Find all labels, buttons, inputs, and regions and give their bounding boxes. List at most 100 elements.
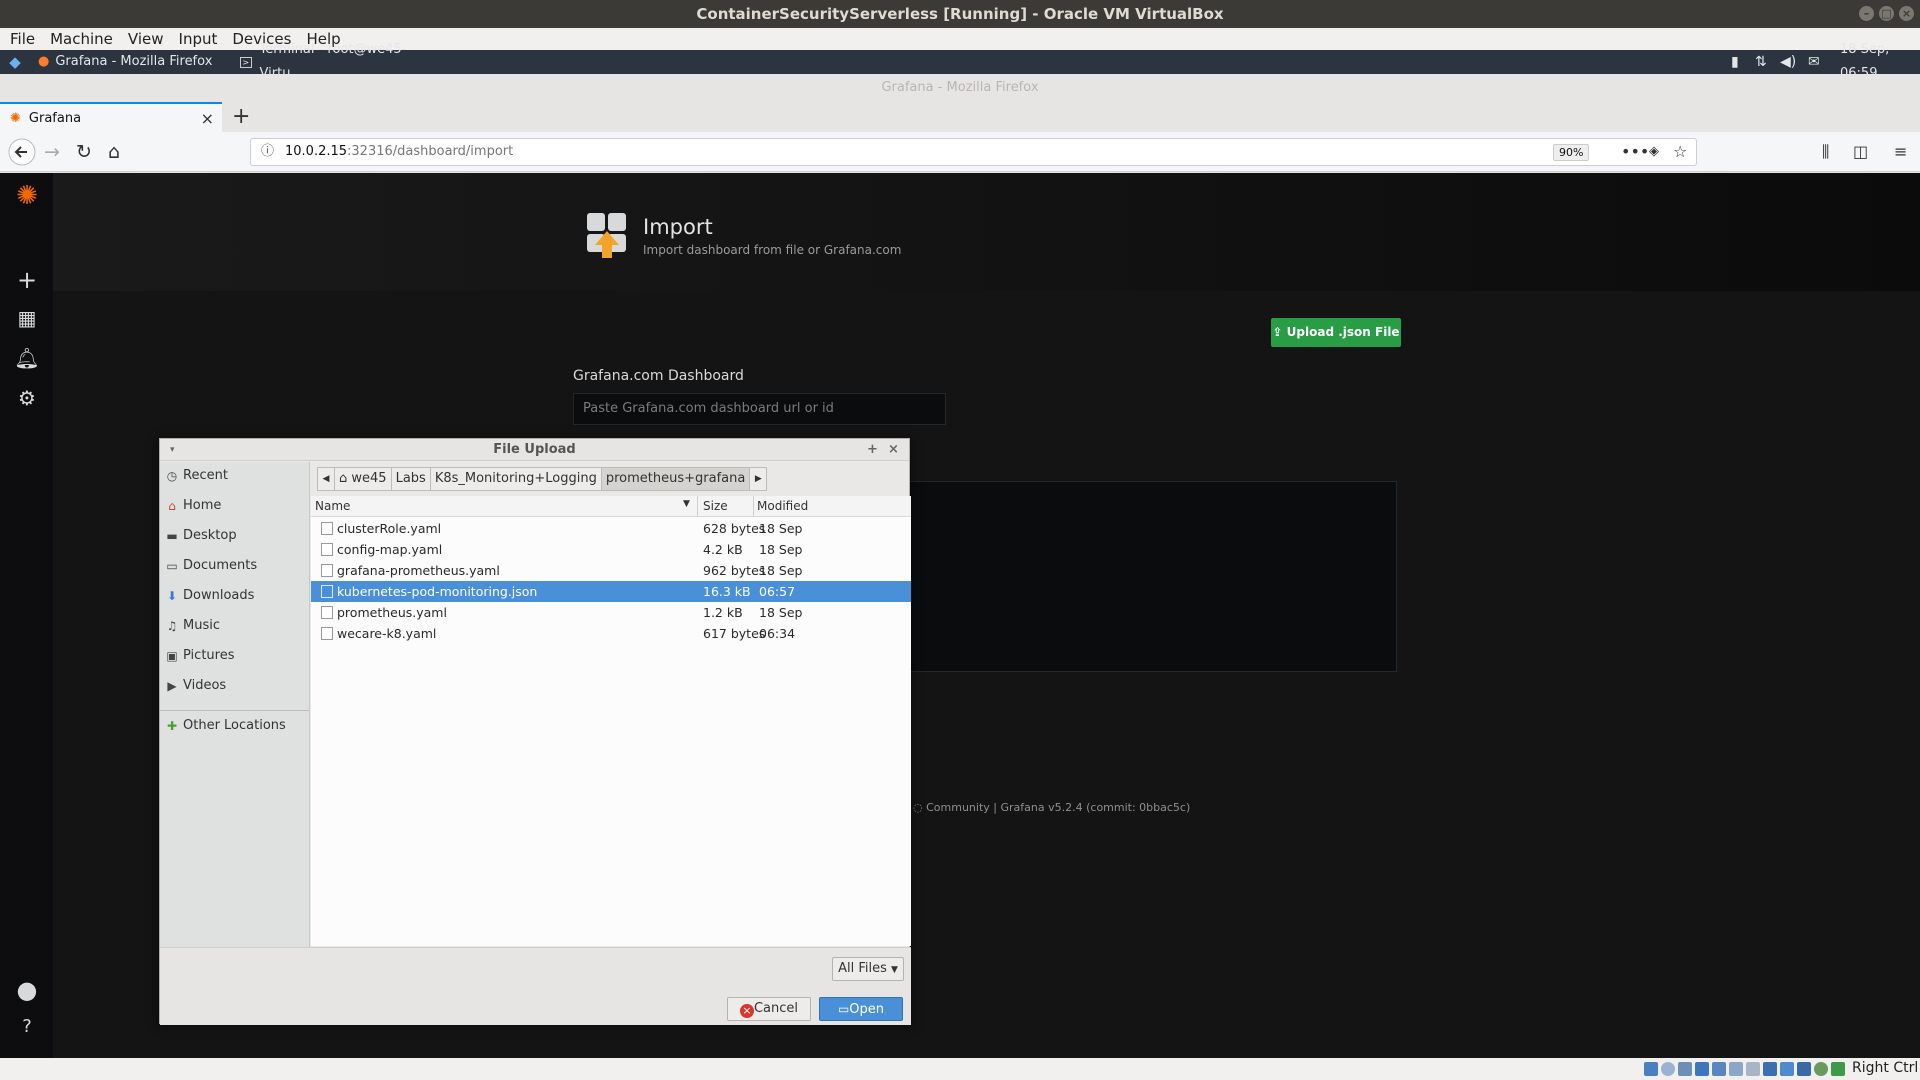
audio-icon[interactable]	[1678, 1062, 1692, 1076]
grafana-logo-icon[interactable]: ✺	[13, 181, 41, 211]
minimize-icon[interactable]: –	[1859, 6, 1874, 21]
column-modified[interactable]: Modified	[757, 499, 808, 513]
place-documents[interactable]: ▭ Documents	[165, 558, 257, 573]
hard-disk-icon[interactable]	[1644, 1062, 1658, 1076]
footer-version: Grafana v5.2.4 (commit: 0bbac5c)	[1000, 801, 1191, 814]
sort-down-icon: ▼	[683, 499, 690, 509]
place-recent[interactable]: ◷ Recent	[165, 468, 228, 483]
tab-close-icon[interactable]: ×	[201, 109, 214, 128]
cancel-button[interactable]: × Cancel	[727, 997, 811, 1021]
bookmark-star-icon[interactable]: ☆	[1673, 139, 1687, 165]
file-row[interactable]: grafana-prometheus.yaml 962 bytes 18 Sep	[311, 560, 911, 581]
file-name: prometheus.yaml	[337, 605, 447, 620]
taskbar-firefox[interactable]: ● Grafana - Mozilla Firefox	[38, 50, 233, 74]
file-modified: 06:57	[759, 584, 796, 599]
close-icon[interactable]: ×	[1899, 6, 1914, 21]
open-button[interactable]: ▭Open	[819, 997, 903, 1021]
cpu-icon[interactable]	[1797, 1062, 1811, 1076]
network-adapter-icon[interactable]	[1695, 1062, 1709, 1076]
file-filter-select[interactable]: All Files ▼	[832, 957, 904, 981]
user-avatar-icon[interactable]: ●	[13, 976, 41, 1004]
file-modified: 18 Sep	[759, 521, 803, 536]
file-row[interactable]: prometheus.yaml 1.2 kB 18 Sep	[311, 602, 911, 623]
library-icon[interactable]: ⫼	[1822, 132, 1829, 172]
upload-json-button[interactable]: ⇪ Upload .json File	[1271, 318, 1401, 347]
file-row[interactable]: kubernetes-pod-monitoring.json 16.3 kB 06:…	[311, 581, 911, 602]
app-menu-icon[interactable]: ◆	[5, 50, 25, 74]
footer: ◌ Community | Grafana v5.2.4 (commit: 0b…	[913, 801, 1190, 814]
file-row[interactable]: config-map.yaml 4.2 kB 18 Sep	[311, 539, 911, 560]
optical-drive-icon[interactable]	[1661, 1062, 1675, 1076]
menu-view[interactable]: View	[128, 30, 164, 48]
home-icon: ⌂	[339, 471, 352, 486]
place-home[interactable]: ⌂ Home	[165, 498, 221, 513]
place-downloads[interactable]: ⬇ Downloads	[165, 588, 254, 603]
dashboards-icon[interactable]: ▦	[13, 306, 41, 330]
file-icon	[321, 564, 333, 577]
menu-input[interactable]: Input	[179, 30, 218, 48]
file-row[interactable]: clusterRole.yaml 628 bytes 18 Sep	[311, 518, 911, 539]
menu-file[interactable]: File	[10, 30, 35, 48]
crumb-k8s-monitoring[interactable]: K8s_Monitoring+Logging	[429, 467, 602, 491]
mouse-integration-icon[interactable]	[1814, 1062, 1828, 1076]
virtualization-icon[interactable]	[1780, 1062, 1794, 1076]
crumb-we45[interactable]: ⌂ we45	[334, 467, 392, 491]
info-icon[interactable]: ⓘ	[261, 139, 274, 165]
file-size: 16.3 kB	[703, 584, 751, 599]
place-desktop[interactable]: ▬ Desktop	[165, 528, 236, 543]
dialog-menu-icon[interactable]: ▾	[170, 439, 175, 461]
battery-icon[interactable]: ▮	[1731, 50, 1739, 74]
footer-community-link[interactable]: Community	[926, 801, 990, 814]
file-icon	[321, 522, 333, 535]
mail-icon[interactable]: ✉	[1808, 50, 1820, 74]
sidebar-toggle-icon[interactable]: ◫	[1853, 132, 1868, 172]
file-size: 962 bytes	[703, 563, 766, 578]
grafana-com-input[interactable]: Paste Grafana.com dashboard url or id	[573, 393, 946, 425]
place-label: Home	[183, 498, 222, 513]
usb-icon[interactable]	[1712, 1062, 1726, 1076]
tab-grafana[interactable]: ✺ Grafana ×	[0, 102, 222, 132]
network-icon[interactable]: ⇅	[1755, 50, 1767, 74]
hamburger-menu-icon[interactable]: ≡	[1894, 132, 1907, 172]
alerting-bell-icon[interactable]: 🔔︎	[13, 346, 41, 370]
help-icon[interactable]: ?	[13, 1016, 41, 1037]
dialog-close-icon[interactable]: ×	[888, 439, 899, 461]
crumb-labs[interactable]: Labs	[390, 467, 431, 491]
path-forward-icon[interactable]: ▶	[749, 467, 768, 491]
forward-icon[interactable]: →	[44, 132, 60, 172]
column-size[interactable]: Size	[703, 499, 728, 513]
file-name: config-map.yaml	[337, 542, 443, 557]
new-tab-icon[interactable]: +	[232, 104, 250, 129]
place-music[interactable]: ♫ Music	[165, 618, 220, 633]
menu-machine[interactable]: Machine	[50, 30, 113, 48]
dialog-action-area: All Files ▼ × Cancel ▭Open	[160, 947, 911, 1025]
upload-icon: ⇪	[1272, 325, 1283, 339]
page-actions-icon[interactable]: •••	[1621, 139, 1649, 165]
crumb-prometheus-grafana[interactable]: prometheus+grafana	[600, 467, 751, 491]
shared-folder-icon[interactable]	[1729, 1062, 1743, 1076]
taskbar-terminal[interactable]: > Terminal - root@we45-Virtu...	[240, 42, 440, 81]
place-videos[interactable]: ▶ Videos	[165, 678, 226, 693]
dialog-maximize-icon[interactable]: +	[867, 439, 878, 461]
place-other-locations[interactable]: ✚ Other Locations	[165, 718, 286, 733]
configuration-gear-icon[interactable]: ⚙	[13, 386, 41, 410]
url-bar[interactable]: ⓘ 10.0.2.15:32316/dashboard/import 90% •…	[250, 138, 1697, 166]
file-row[interactable]: wecare-k8.yaml 617 bytes 06:34	[311, 623, 911, 644]
path-back-icon[interactable]: ◀	[317, 467, 335, 491]
zoom-level[interactable]: 90%	[1553, 144, 1590, 161]
pocket-icon[interactable]: ◈	[1649, 139, 1659, 165]
home-icon[interactable]: ⌂	[108, 132, 120, 172]
reload-icon[interactable]: ↻	[76, 132, 92, 172]
recording-icon[interactable]	[1763, 1062, 1777, 1076]
maximize-icon[interactable]: □	[1879, 6, 1894, 21]
volume-icon[interactable]: ◀)	[1780, 50, 1796, 74]
place-pictures[interactable]: ▣ Pictures	[165, 648, 234, 663]
community-icon: ◌	[913, 801, 923, 814]
document-icon: ▭	[166, 558, 178, 573]
video-icon: ▶	[167, 678, 177, 693]
keyboard-capture-icon[interactable]	[1831, 1062, 1845, 1076]
clock[interactable]: 18 Sep, 06:59	[1840, 42, 1920, 81]
create-plus-icon[interactable]: +	[13, 266, 41, 294]
column-name[interactable]: Name	[315, 499, 350, 513]
display-icon[interactable]	[1746, 1062, 1760, 1076]
